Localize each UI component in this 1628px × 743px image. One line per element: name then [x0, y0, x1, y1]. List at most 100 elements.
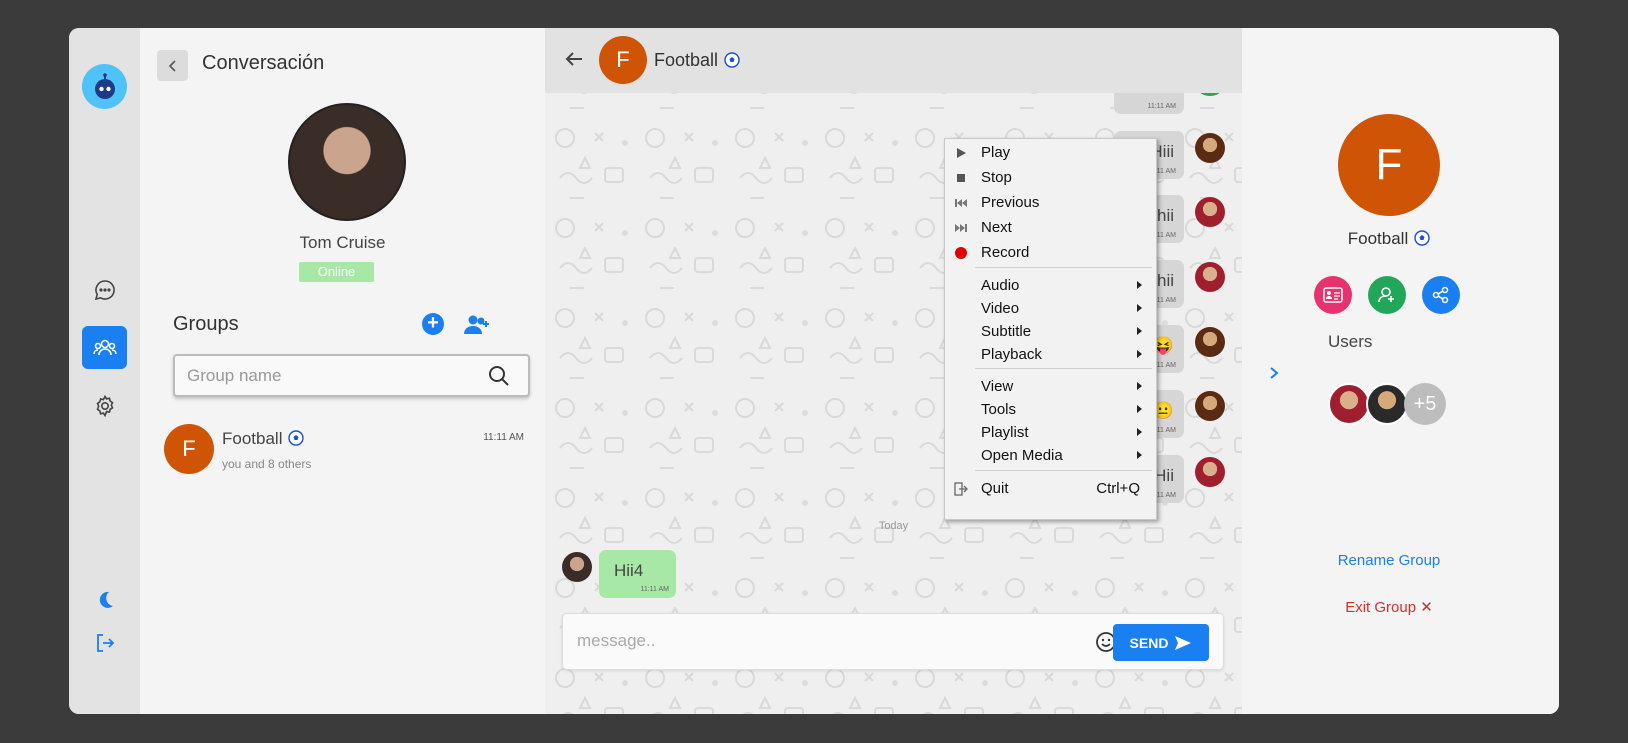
message-text: hii — [1156, 206, 1174, 225]
members-button[interactable] — [1314, 276, 1352, 314]
chat-icon[interactable] — [82, 268, 127, 311]
share-button[interactable] — [1422, 276, 1460, 314]
settings-icon[interactable] — [82, 384, 127, 427]
robot-logo-icon[interactable] — [82, 64, 127, 109]
message-composer: SEND — [562, 613, 1224, 670]
profile-name: Tom Cruise — [299, 233, 386, 252]
menu-item-tools[interactable]: Tools — [945, 398, 1156, 422]
arrow-left-icon[interactable] — [563, 48, 585, 70]
menu-item-label: Stop — [981, 169, 1012, 186]
search-icon[interactable] — [488, 365, 510, 387]
menu-item-audio[interactable]: Audio — [945, 274, 1156, 298]
contact-list-icon — [1323, 287, 1343, 303]
menu-item-view[interactable]: View — [945, 375, 1156, 399]
my-message-bubble: Hii4 11:11 AM — [599, 550, 676, 598]
user-search-icon — [1378, 287, 1394, 303]
more-users-badge[interactable]: +5 — [1404, 383, 1446, 425]
message-input[interactable] — [577, 631, 1057, 651]
menu-item-video[interactable]: Video — [945, 297, 1156, 321]
context-menu: Play Stop Previous Next Record Audio Vid… — [944, 138, 1157, 520]
groups-heading: Groups — [173, 313, 239, 335]
user-avatar — [1195, 457, 1225, 487]
menu-item-label: Audio — [981, 277, 1020, 294]
moon-icon[interactable] — [82, 578, 127, 621]
submenu-arrow-icon — [1137, 327, 1142, 335]
menu-item-record[interactable]: Record — [945, 241, 1156, 265]
send-icon — [1175, 635, 1192, 650]
menu-item-playlist[interactable]: Playlist — [945, 421, 1156, 445]
conversation-panel: Conversación Tom Cruise Online Groups + … — [140, 28, 545, 714]
chevron-left-icon — [168, 59, 176, 72]
group-avatar: F — [164, 424, 214, 474]
menu-item-label: Play — [981, 144, 1011, 161]
menu-item-label: Subtitle — [981, 323, 1032, 340]
menu-item-label: Quit — [981, 480, 1009, 497]
menu-item-open-media[interactable]: Open Media — [945, 444, 1156, 468]
group-search — [173, 354, 530, 397]
soccer-ball-icon — [724, 52, 740, 68]
chevron-right-icon[interactable] — [1268, 366, 1280, 380]
menu-item-subtitle[interactable]: Subtitle — [945, 320, 1156, 344]
profile-avatar — [288, 103, 406, 221]
submenu-arrow-icon — [1137, 304, 1142, 312]
menu-item-label: Open Media — [981, 447, 1063, 464]
share-icon — [1432, 286, 1449, 304]
record-icon — [955, 247, 967, 259]
group-time: 11:11 AM — [483, 432, 524, 443]
users-heading: Users — [1328, 332, 1373, 351]
menu-item-previous[interactable]: Previous — [945, 191, 1156, 215]
add-group-button[interactable]: + — [422, 313, 444, 335]
group-list-item[interactable]: F Football you and 8 others 11:11 AM — [164, 424, 524, 480]
message-text: hii — [1156, 271, 1174, 290]
menu-separator — [975, 470, 1152, 471]
quit-icon — [954, 482, 968, 496]
exit-group-link[interactable]: Exit Group ✕ — [1242, 598, 1536, 616]
soccer-ball-icon — [1414, 230, 1430, 246]
submenu-arrow-icon — [1137, 350, 1142, 358]
play-icon — [957, 148, 966, 158]
member-avatar[interactable] — [1366, 383, 1408, 425]
menu-separator — [975, 368, 1152, 369]
menu-item-play[interactable]: Play — [945, 141, 1156, 165]
group-avatar-large: F — [1338, 114, 1440, 216]
add-user-icon — [464, 315, 489, 334]
message-text: Hii4 — [614, 561, 644, 580]
search-input[interactable] — [187, 366, 467, 386]
rename-group-link[interactable]: Rename Group — [1242, 552, 1536, 569]
user-avatar — [1195, 133, 1225, 163]
chat-header: F Football — [545, 28, 1242, 93]
menu-item-next[interactable]: Next — [945, 216, 1156, 240]
menu-item-label: Previous — [981, 194, 1040, 211]
menu-item-label: Next — [981, 219, 1012, 236]
add-member-button[interactable] — [1368, 276, 1406, 314]
user-avatar — [1195, 262, 1225, 292]
my-avatar — [562, 552, 592, 582]
submenu-arrow-icon — [1137, 405, 1142, 413]
menu-item-quit[interactable]: Quit Ctrl+Q — [945, 477, 1156, 501]
group-name: Football — [222, 429, 305, 449]
submenu-arrow-icon — [1137, 428, 1142, 436]
send-button[interactable]: SEND — [1113, 624, 1209, 661]
menu-item-stop[interactable]: Stop — [945, 166, 1156, 190]
user-avatar — [1195, 327, 1225, 357]
add-user-button[interactable] — [463, 313, 491, 342]
menu-item-playback[interactable]: Playback — [945, 343, 1156, 367]
group-info-panel: F Football Users +5 Rename Group Exit Gr… — [1242, 28, 1559, 714]
groups-icon[interactable] — [82, 326, 127, 369]
logout-icon[interactable] — [82, 621, 127, 664]
message-text: Hii — [1154, 466, 1174, 485]
menu-item-label: Tools — [981, 401, 1017, 418]
group-name: Football — [1242, 229, 1536, 249]
menu-item-label: Video — [981, 300, 1020, 317]
date-divider: Today — [878, 520, 909, 532]
member-avatar[interactable] — [1328, 383, 1370, 425]
group-subtitle: you and 8 others — [222, 457, 312, 471]
message-time: 11:11 AM — [1147, 103, 1176, 110]
app-window: Conversación Tom Cruise Online Groups + … — [69, 28, 1559, 714]
user-avatar — [1195, 197, 1225, 227]
back-button[interactable] — [157, 50, 188, 81]
submenu-arrow-icon — [1137, 451, 1142, 459]
menu-item-label: View — [981, 378, 1014, 395]
chat-avatar[interactable]: F — [599, 36, 647, 84]
previous-icon — [955, 199, 967, 207]
